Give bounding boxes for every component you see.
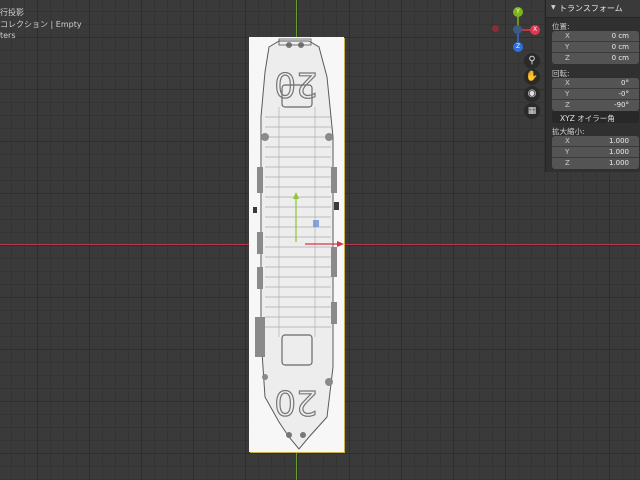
rotation-y-field[interactable]: Y -0° (552, 89, 639, 100)
scale-z-field[interactable]: Z 1.000 (552, 158, 639, 169)
navigation-gizmo[interactable]: Y X Z (492, 6, 544, 54)
gizmo-x-axis-ball[interactable]: X (530, 25, 540, 35)
viewport-units-text: ters (0, 31, 16, 40)
gizmo-y-axis-ball[interactable]: Y (513, 7, 523, 17)
location-y-field[interactable]: Y0 cm (552, 42, 639, 53)
deck-number-bottom: 20 (274, 382, 317, 422)
gizmo-neg-x-ball[interactable] (492, 25, 499, 32)
transform-panel-title: トランスフォーム (559, 4, 623, 13)
zoom-icon[interactable]: ⚲ (524, 53, 540, 69)
deck-number-top: 20 (274, 64, 317, 104)
rotation-x-field[interactable]: X 0° (552, 78, 639, 89)
collapse-triangle-icon[interactable]: ▼ (551, 4, 556, 11)
carrier-reference-image[interactable]: 20 20 (249, 37, 344, 452)
scale-y-field[interactable]: Y 1.000 (552, 147, 639, 158)
gizmo-neg-z-ball[interactable] (513, 25, 522, 34)
hand-icon[interactable]: ✋ (524, 69, 540, 85)
camera-icon[interactable]: ◉ (524, 86, 540, 102)
transform-panel-header[interactable]: ▼ トランスフォーム (546, 0, 640, 18)
location-x-field[interactable]: X0 cm (552, 31, 639, 42)
location-z-field[interactable]: Z0 cm (552, 53, 639, 64)
scale-x-field[interactable]: X 1.000 (552, 136, 639, 147)
viewport-collection-text: コレクション | Empty (0, 20, 82, 29)
rotation-z-field[interactable]: Z -90° (552, 100, 639, 111)
rotation-mode-select[interactable]: XYZ オイラー角 (552, 111, 639, 123)
gizmo-z-axis-ball[interactable]: Z (513, 42, 523, 52)
viewport-projection-text: 行投影 (0, 8, 24, 17)
carrier-deck-drawing: 20 20 (253, 38, 344, 450)
transform-panel: ▼ トランスフォーム 位置: X0 cm Y0 cm Z0 cm 回転: X 0°… (545, 0, 640, 172)
grid-icon[interactable]: ▦ (524, 103, 540, 119)
